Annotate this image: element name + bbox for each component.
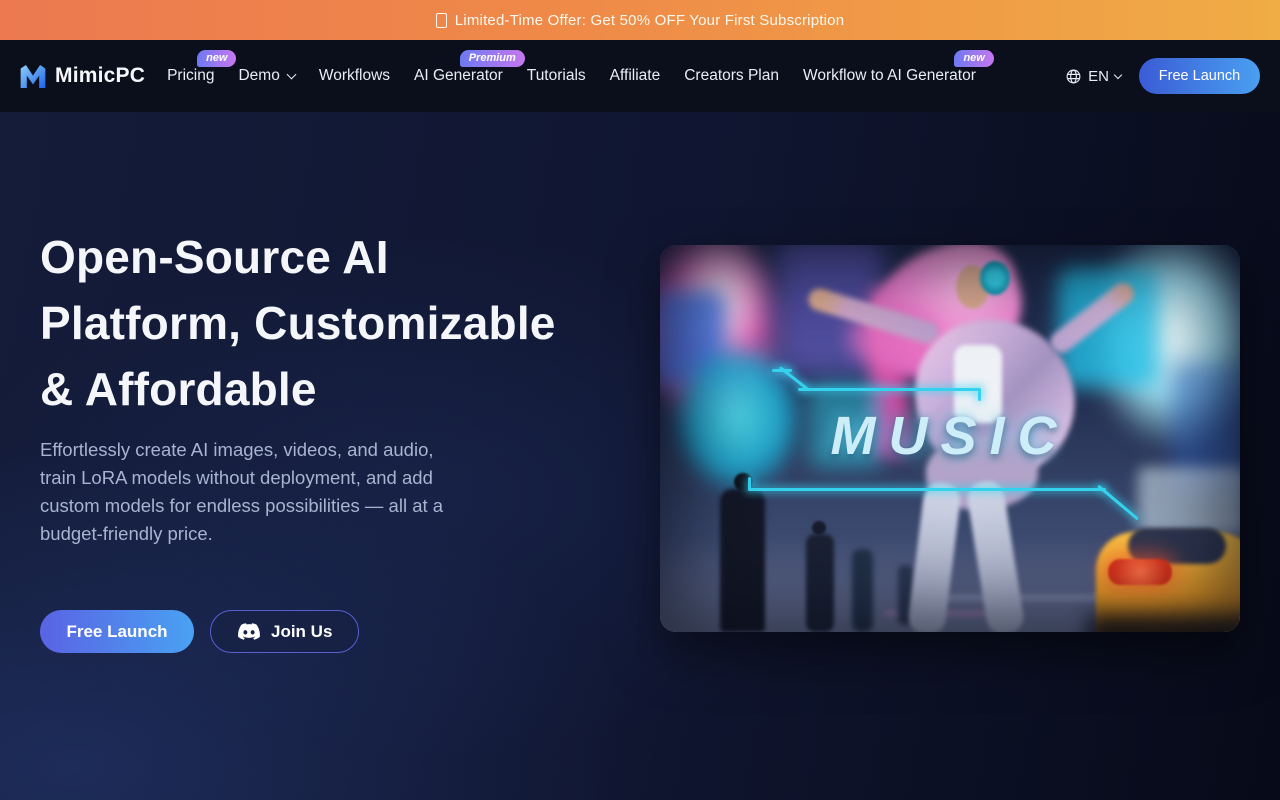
hero-cta-row: Free Launch Join Us bbox=[40, 610, 359, 653]
nav-item-label: Demo bbox=[238, 67, 279, 85]
nav-item-label: Tutorials bbox=[527, 67, 586, 85]
hero-description-line: train LoRA models without deployment, an… bbox=[40, 464, 443, 492]
neon-billboard-cyan-right bbox=[1058, 267, 1158, 387]
yellow-sports-car bbox=[1096, 532, 1240, 632]
headphones-icon bbox=[980, 261, 1010, 295]
logo-m-icon bbox=[18, 63, 48, 90]
neon-billboard-blue bbox=[660, 290, 725, 385]
neon-glow-white bbox=[670, 245, 770, 360]
nav-item-workflows[interactable]: Workflows bbox=[319, 67, 390, 85]
nav-item-label: Workflows bbox=[319, 67, 390, 85]
language-label: EN bbox=[1088, 68, 1109, 85]
street-reflection bbox=[945, 595, 1160, 601]
hero-image: MUSIC bbox=[660, 245, 1240, 632]
nav-item-pricing[interactable]: Pricing new bbox=[167, 67, 214, 85]
hero-description: Effortlessly create AI images, videos, a… bbox=[40, 436, 443, 548]
premium-badge: Premium bbox=[460, 50, 525, 67]
neon-billboard-cyan bbox=[670, 340, 805, 495]
join-us-button[interactable]: Join Us bbox=[210, 610, 359, 653]
dancer-right-arm bbox=[1046, 279, 1138, 358]
page-title-line: & Affordable bbox=[40, 356, 556, 422]
dancer-hips bbox=[924, 433, 1041, 513]
offer-banner-text: Limited-Time Offer: Get 50% OFF Your Fir… bbox=[455, 12, 844, 29]
hero-description-line: Effortlessly create AI images, videos, a… bbox=[40, 436, 443, 464]
join-us-label: Join Us bbox=[271, 622, 332, 642]
page-title-line: Platform, Customizable bbox=[40, 290, 556, 356]
hud-line bbox=[772, 369, 792, 372]
nav-right: EN Free Launch bbox=[1065, 58, 1260, 94]
globe-icon bbox=[1065, 68, 1082, 85]
logo-text: MimicPC bbox=[55, 64, 145, 88]
pedestrian-silhouette bbox=[806, 534, 834, 632]
nav-item-label: Pricing bbox=[167, 67, 214, 85]
dancer-right-leg bbox=[965, 479, 1026, 632]
chevron-down-icon bbox=[286, 69, 296, 79]
pedestrian-silhouette bbox=[734, 473, 752, 491]
nav-links: Pricing new Demo Workflows AI Generator … bbox=[167, 67, 976, 85]
car-shadow bbox=[1088, 615, 1240, 632]
hero-section: Open-Source AI Platform, Customizable & … bbox=[0, 112, 1280, 800]
hud-line bbox=[748, 488, 1106, 491]
logo[interactable]: MimicPC bbox=[18, 63, 145, 90]
discord-icon bbox=[237, 622, 261, 641]
car-windshield bbox=[1128, 528, 1226, 564]
pedestrian-silhouette bbox=[852, 549, 873, 632]
street-reflection-pink bbox=[885, 611, 1020, 616]
dancer-pink-hair bbox=[853, 245, 1037, 394]
page-title-line: Open-Source AI bbox=[40, 224, 556, 290]
neon-sign-pink-vertical bbox=[870, 287, 908, 457]
nav-item-label: Creators Plan bbox=[684, 67, 779, 85]
hero-description-line: budget-friendly price. bbox=[40, 520, 443, 548]
free-launch-button-nav[interactable]: Free Launch bbox=[1139, 58, 1260, 94]
nav-item-demo[interactable]: Demo bbox=[238, 67, 294, 85]
dancer-left-leg bbox=[907, 481, 962, 632]
nav-item-label: Affiliate bbox=[610, 67, 661, 85]
dancer-left-arm bbox=[806, 286, 942, 347]
dancer-top bbox=[954, 345, 1002, 423]
neon-billboard-pink bbox=[660, 245, 790, 430]
navbar: MimicPC Pricing new Demo Workflows AI Ge… bbox=[0, 40, 1280, 112]
free-launch-button-hero[interactable]: Free Launch bbox=[40, 610, 194, 653]
hud-line bbox=[978, 388, 981, 401]
nav-item-workflow-to-ai-generator[interactable]: Workflow to AI Generator new bbox=[803, 67, 976, 85]
new-badge: new bbox=[954, 50, 993, 67]
missing-glyph-icon bbox=[436, 13, 447, 28]
chevron-down-icon bbox=[1114, 70, 1122, 78]
language-selector[interactable]: EN bbox=[1065, 68, 1121, 85]
nav-item-creators-plan[interactable]: Creators Plan bbox=[684, 67, 779, 85]
image-vignette bbox=[660, 245, 1240, 632]
street-surface bbox=[660, 537, 1240, 632]
dancer-hair-wisp bbox=[848, 307, 943, 369]
hud-line bbox=[748, 477, 751, 490]
neon-billboard-purple bbox=[778, 245, 883, 375]
car-taillight bbox=[1108, 559, 1172, 585]
pedestrian-silhouette bbox=[812, 521, 826, 535]
new-badge: new bbox=[197, 50, 236, 67]
building-blue bbox=[1172, 363, 1240, 493]
nav-item-label: Workflow to AI Generator bbox=[803, 67, 976, 85]
music-overlay-text: MUSIC bbox=[660, 405, 1240, 467]
nav-item-ai-generator[interactable]: AI Generator Premium bbox=[414, 67, 503, 85]
hero-description-line: custom models for endless possibilities … bbox=[40, 492, 443, 520]
hud-line bbox=[1097, 485, 1139, 521]
street-glow-center bbox=[900, 350, 1040, 490]
page-title: Open-Source AI Platform, Customizable & … bbox=[40, 224, 556, 422]
nav-item-affiliate[interactable]: Affiliate bbox=[610, 67, 661, 85]
pedestrian-silhouette bbox=[720, 489, 765, 632]
hud-line bbox=[779, 366, 809, 391]
pedestrian-silhouette bbox=[898, 565, 913, 625]
offer-banner: Limited-Time Offer: Get 50% OFF Your Fir… bbox=[0, 0, 1280, 40]
nav-item-tutorials[interactable]: Tutorials bbox=[527, 67, 586, 85]
dancer-jacket bbox=[907, 310, 1083, 486]
dancer-face bbox=[956, 265, 989, 309]
hud-line bbox=[798, 388, 980, 391]
neon-glow-right bbox=[1085, 245, 1240, 450]
neon-billboard-cyan-small bbox=[808, 383, 883, 468]
billboard-white-right bbox=[1138, 467, 1240, 535]
nav-item-label: AI Generator bbox=[414, 67, 503, 85]
